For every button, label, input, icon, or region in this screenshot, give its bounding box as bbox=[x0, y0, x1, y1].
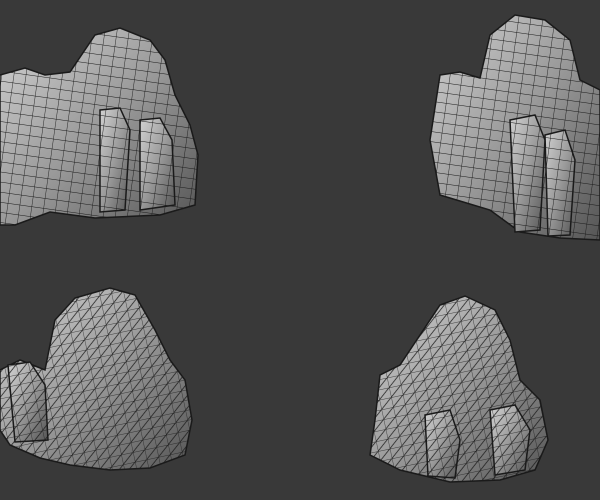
rock-cluster-top-right[interactable] bbox=[429, 14, 600, 241]
rock-cluster-bottom-left[interactable] bbox=[0, 287, 193, 471]
rock-mesh-wireframe bbox=[100, 108, 130, 212]
rock-cluster-bottom-right[interactable] bbox=[369, 295, 549, 483]
rock-mesh-wireframe bbox=[510, 115, 545, 232]
rock-cluster-top-left[interactable] bbox=[0, 27, 199, 226]
3d-viewport[interactable] bbox=[0, 0, 600, 500]
